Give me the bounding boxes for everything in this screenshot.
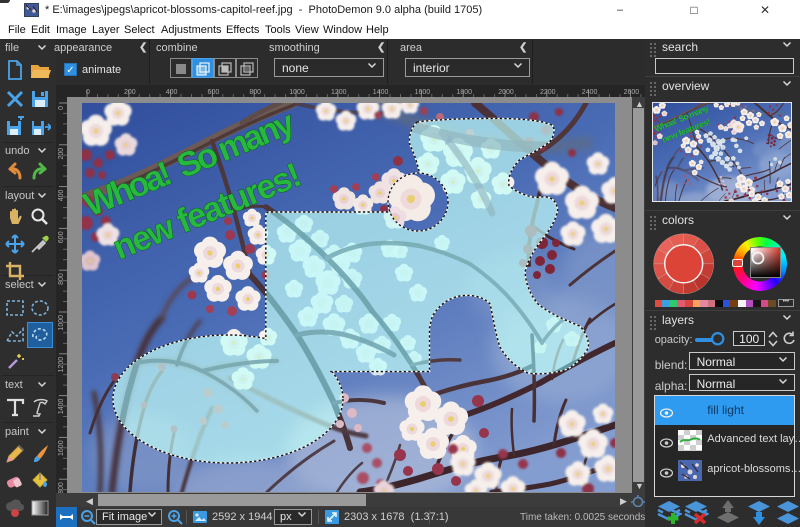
svg-text:600: 600: [58, 231, 65, 243]
svg-text:400: 400: [58, 190, 65, 202]
svg-text:1800: 1800: [58, 482, 65, 493]
svg-text:1600: 1600: [415, 89, 431, 96]
svg-text:2000: 2000: [498, 89, 514, 96]
svg-text:200: 200: [58, 148, 65, 160]
svg-text:800: 800: [249, 89, 261, 96]
svg-text:2400: 2400: [582, 89, 598, 96]
svg-text:1400: 1400: [373, 89, 389, 96]
svg-text:0: 0: [86, 89, 90, 96]
svg-text:1800: 1800: [456, 89, 472, 96]
svg-text:2600: 2600: [624, 89, 640, 96]
svg-text:800: 800: [58, 273, 65, 285]
svg-text:1000: 1000: [289, 89, 305, 96]
svg-text:0: 0: [58, 106, 65, 110]
svg-text:600: 600: [208, 89, 220, 96]
svg-text:200: 200: [124, 89, 136, 96]
svg-text:400: 400: [166, 89, 178, 96]
svg-text:1200: 1200: [331, 89, 347, 96]
svg-text:2200: 2200: [540, 89, 556, 96]
